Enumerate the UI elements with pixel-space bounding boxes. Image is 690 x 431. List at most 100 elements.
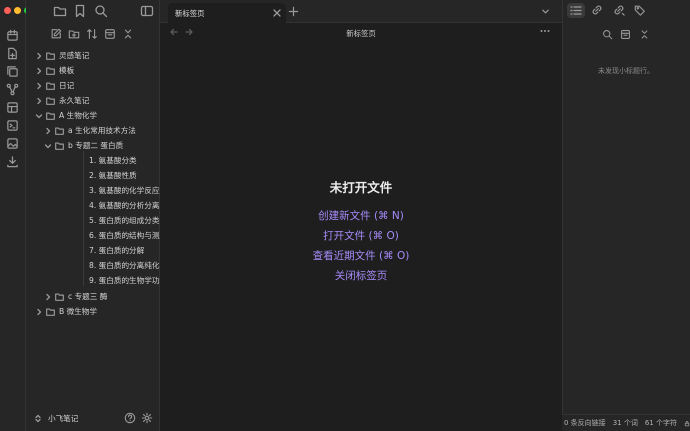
tree-item-label: 2. 氨基酸性质 — [89, 171, 137, 180]
chevron-down-icon[interactable] — [35, 112, 43, 120]
download-icon[interactable] — [6, 155, 19, 168]
tab-label: 新标签页 — [175, 9, 205, 18]
chevron-down-icon[interactable] — [44, 142, 52, 150]
main-editor: 新标签页 未打开文件 创建新文件 (⌘ N) 打开文件 (⌘ O) 查看近期文件… — [160, 23, 562, 431]
folder-icon — [46, 66, 55, 75]
status-bar: 0 条反向链接 31 个词 61 个字符 — [562, 414, 690, 431]
tree-folder[interactable]: a 生化常用技术方法 — [26, 123, 159, 138]
chevron-right-icon[interactable] — [44, 293, 52, 301]
tab-bar: 新标签页 — [160, 0, 562, 23]
tree-item-label: 8. 蛋白质的分离纯化 — [89, 261, 160, 270]
bookmark-icon[interactable] — [73, 4, 87, 18]
tree-item-label: a 生化常用技术方法 — [68, 126, 136, 135]
tree-file[interactable]: 3. 氨基酸的化学反应 — [26, 183, 159, 198]
tree-file[interactable]: 2. 氨基酸性质 — [26, 168, 159, 183]
folder-icon — [55, 126, 64, 135]
tree-item-label: 永久笔记 — [59, 96, 90, 105]
search-icon[interactable] — [94, 4, 108, 18]
list-icon[interactable] — [570, 5, 582, 16]
recent-files-link[interactable]: 查看近期文件 (⌘ O) — [160, 248, 562, 263]
tree-folder[interactable]: 永久笔记 — [26, 93, 159, 108]
image-icon[interactable] — [6, 137, 19, 150]
folder-icon — [46, 81, 55, 90]
sort-icon[interactable] — [86, 28, 98, 40]
tree-item-label: b 专题二 蛋白质 — [68, 141, 124, 150]
tree-file[interactable]: 8. 蛋白质的分离纯化 — [26, 258, 159, 273]
word-count: 31 个词 — [612, 419, 638, 427]
tree-item-label: 6. 蛋白质的结构与测序 — [89, 231, 168, 240]
tree-folder[interactable]: b 专题二 蛋白质 — [26, 138, 159, 153]
outline-expand-icon[interactable] — [620, 29, 631, 40]
close-tab-link[interactable]: 关闭标签页 — [160, 268, 562, 283]
folder-icon — [46, 307, 55, 316]
help-icon[interactable] — [124, 412, 136, 424]
close-tab-icon[interactable] — [273, 9, 281, 17]
folder-icon — [46, 51, 55, 60]
outline-search-icon[interactable] — [602, 29, 613, 40]
chevron-right-icon[interactable] — [35, 82, 43, 90]
graph-view-icon[interactable] — [6, 83, 19, 96]
tree-item-label: B 微生物学 — [59, 307, 97, 316]
chevron-right-icon[interactable] — [35, 52, 43, 60]
empty-state-heading: 未打开文件 — [329, 180, 393, 195]
tab-new-tab[interactable]: 新标签页 — [168, 3, 286, 23]
tree-file[interactable]: 9. 蛋白质的生物学功能 — [26, 273, 167, 288]
folder-icon — [55, 292, 64, 301]
calendar-icon[interactable] — [6, 29, 19, 42]
file-plus-icon[interactable] — [6, 47, 19, 60]
chevron-right-icon[interactable] — [35, 67, 43, 75]
outline-collapse-icon[interactable] — [639, 29, 650, 40]
backlinks-count[interactable]: 0 条反向链接 — [564, 418, 606, 428]
tree-item-label: 灵感笔记 — [59, 51, 90, 60]
vault-name: 小飞笔记 — [48, 414, 79, 423]
new-tab-plus-icon[interactable] — [288, 6, 299, 17]
tree-folder[interactable]: c 专题三 酶 — [26, 289, 159, 304]
new-note-icon[interactable] — [50, 28, 62, 40]
tree-item-label: 9. 蛋白质的生物学功能 — [89, 276, 168, 285]
tree-folder[interactable]: B 微生物学 — [26, 304, 159, 319]
chevron-right-icon[interactable] — [35, 308, 43, 316]
folder-open-icon — [55, 141, 64, 150]
more-options-icon[interactable] — [540, 29, 550, 33]
tree-file[interactable]: 1. 氨基酸分类 — [26, 153, 159, 168]
backlinks-icon[interactable] — [591, 4, 603, 16]
tree-file[interactable]: 4. 氨基酸的分析分离 — [26, 198, 159, 213]
copy-icon[interactable] — [6, 65, 19, 78]
auto-reveal-icon[interactable] — [104, 28, 116, 40]
chevron-right-icon[interactable] — [35, 97, 43, 105]
canvas-icon[interactable] — [6, 101, 19, 114]
lock-icon[interactable] — [684, 419, 690, 428]
folder-icon[interactable] — [53, 4, 67, 18]
vault-switch-icon — [35, 414, 41, 423]
outline-empty-text: 未发现小标题行。 — [598, 67, 654, 75]
char-count: 61 个字符 — [644, 419, 677, 427]
tree-item-label: 4. 氨基酸的分析分离 — [89, 201, 160, 210]
open-file-link[interactable]: 打开文件 (⌘ O) — [160, 228, 562, 243]
minimize-window-button[interactable] — [14, 7, 21, 14]
outgoing-links-icon[interactable] — [613, 4, 625, 16]
tree-folder[interactable]: 日记 — [26, 78, 159, 93]
close-window-button[interactable] — [4, 7, 11, 14]
tree-item-label: 5. 蛋白质的组成分类 — [89, 216, 160, 225]
tree-folder[interactable]: 模板 — [26, 63, 159, 78]
tree-file[interactable]: 7. 蛋白质的分解 — [26, 243, 159, 258]
tree-folder[interactable]: A 生物化学 — [26, 108, 159, 123]
terminal-icon[interactable] — [6, 119, 19, 132]
create-new-file-link[interactable]: 创建新文件 (⌘ N) — [160, 208, 562, 223]
tree-file[interactable]: 5. 蛋白质的组成分类 — [26, 213, 159, 228]
tags-icon[interactable] — [634, 4, 646, 16]
tree-item-label: 日记 — [59, 81, 75, 90]
view-title: 新标签页 — [346, 29, 376, 38]
tree-item-label: 1. 氨基酸分类 — [89, 156, 137, 165]
settings-gear-icon[interactable] — [141, 412, 153, 424]
new-folder-icon[interactable] — [68, 28, 80, 40]
tree-folder[interactable]: 灵感笔记 — [26, 48, 159, 63]
sidebar-toggle-icon[interactable] — [140, 4, 154, 18]
chevron-right-icon[interactable] — [44, 127, 52, 135]
tree-item-label: 3. 氨基酸的化学反应 — [89, 186, 160, 195]
ribbon — [0, 0, 31, 431]
tree-file[interactable]: 6. 蛋白质的结构与测序 — [26, 228, 167, 243]
vault-switcher[interactable]: 小飞笔记 — [26, 408, 160, 428]
collapse-all-icon[interactable] — [122, 28, 134, 40]
tab-list-chevron-icon[interactable] — [541, 7, 550, 16]
